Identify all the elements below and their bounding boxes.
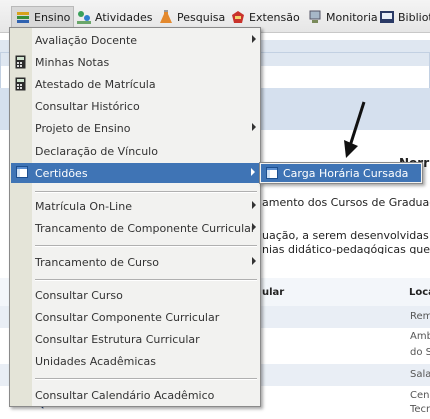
menu-item-consultar-estrutura[interactable]: Consultar Estrutura Curricular — [10, 329, 260, 349]
certidoes-submenu: Carga Horária Cursada — [259, 162, 423, 184]
menu-item-label: Projeto de Ensino — [35, 121, 131, 135]
submenu-item-carga-horaria[interactable]: Carga Horária Cursada — [261, 164, 421, 182]
menu-separator — [35, 191, 257, 193]
menu-item-label: Minhas Notas — [35, 55, 110, 69]
window-icon — [16, 166, 28, 180]
menu-item-consultar-curso[interactable]: Consultar Curso — [10, 285, 260, 305]
menu-label: Atividades — [95, 10, 153, 24]
window-icon — [266, 167, 278, 182]
menu-biblioteca[interactable]: Bibliote — [379, 8, 430, 26]
menu-pesquisa[interactable]: Pesquisa — [158, 8, 225, 26]
biblioteca-icon — [379, 9, 395, 25]
menu-separator — [35, 279, 257, 281]
menu-monitoria[interactable]: Monitoria — [307, 8, 378, 26]
menu-item-minhas-notas[interactable]: Minhas Notas — [10, 52, 260, 72]
menu-item-atestado-matricula[interactable]: Atestado de Matrícula — [10, 74, 260, 94]
menu-label: Bibliote — [398, 10, 430, 24]
submenu-arrow-icon — [251, 168, 255, 176]
menu-item-calendario-academico[interactable]: Consultar Calendário Acadêmico — [10, 385, 260, 405]
menu-item-label: Consultar Curso — [35, 288, 123, 302]
menu-item-matricula-online[interactable]: Matrícula On-Line — [10, 196, 260, 216]
menu-item-certidoes[interactable]: Certidões — [11, 163, 259, 183]
menu-item-label: Trancamento de Componente Curricular — [35, 221, 256, 235]
submenu-arrow-icon — [252, 35, 256, 43]
menu-item-projeto-ensino[interactable]: Projeto de Ensino — [10, 118, 260, 138]
table-cell: Sala — [410, 369, 430, 380]
menu-item-consultar-historico[interactable]: Consultar Histórico — [10, 96, 260, 116]
menu-item-unidades-academicas[interactable]: Unidades Acadêmicas — [10, 351, 260, 371]
menu-item-label: Declaração de Vínculo — [35, 144, 158, 158]
menu-item-label: Certidões — [35, 166, 88, 180]
menu-item-label: Avaliação Docente — [35, 33, 138, 47]
paragraph-line-3: nias didático-pedagógicas que p — [262, 243, 430, 254]
menu-label: Ensino — [34, 10, 71, 24]
menu-label: Monitoria — [326, 10, 378, 24]
column-header: ular — [262, 287, 285, 298]
annotation-arrow-icon — [344, 101, 366, 158]
menu-extensao[interactable]: Extensão — [230, 8, 300, 26]
ensino-dropdown-menu: Avaliação Docente Minhas Notas Atestado … — [9, 27, 261, 407]
menu-item-label: Consultar Componente Curricular — [35, 310, 220, 324]
submenu-item-label: Carga Horária Cursada — [283, 167, 409, 180]
menu-item-declaracao-vinculo[interactable]: Declaração de Vínculo — [10, 141, 260, 161]
table-cell: Cen — [410, 390, 430, 401]
menu-item-label: Trancamento de Curso — [35, 255, 160, 269]
menu-item-trancamento-curso[interactable]: Trancamento de Curso — [10, 252, 260, 272]
table-cell: Tecr — [410, 404, 430, 415]
atividades-icon — [76, 9, 92, 25]
menu-separator — [35, 378, 257, 380]
submenu-arrow-icon — [252, 223, 256, 231]
menu-item-consultar-componente[interactable]: Consultar Componente Curricular — [10, 307, 260, 327]
menu-item-trancamento-componente[interactable]: Trancamento de Componente Curricular — [10, 218, 260, 238]
menu-atividades[interactable]: Atividades — [76, 8, 152, 26]
paragraph-line-2: uação, a serem desenvolvidas d — [262, 229, 430, 242]
column-header: Loca — [409, 287, 430, 298]
submenu-arrow-icon — [252, 257, 256, 265]
pesquisa-icon — [158, 9, 174, 25]
table-cell: Rem — [410, 311, 430, 322]
calculator-icon — [15, 77, 26, 91]
menu-item-label: Matrícula On-Line — [35, 199, 132, 213]
menu-ensino[interactable]: Ensino — [11, 6, 75, 28]
menu-item-label: Consultar Estrutura Curricular — [35, 332, 200, 346]
monitoria-icon — [307, 9, 323, 25]
extensao-icon — [230, 9, 246, 25]
table-cell: Amb — [410, 331, 430, 342]
submenu-arrow-icon — [252, 123, 256, 131]
menu-item-label: Consultar Calendário Acadêmico — [35, 388, 215, 402]
menu-item-label: Unidades Acadêmicas — [35, 354, 156, 368]
menu-item-label: Consultar Histórico — [35, 99, 140, 113]
paragraph-line-1: amento dos Cursos de Graduação — [262, 196, 430, 209]
ensino-icon — [15, 9, 31, 25]
menu-label: Extensão — [249, 10, 300, 24]
menu-item-label: Atestado de Matrícula — [35, 77, 156, 91]
menu-label: Pesquisa — [177, 10, 226, 24]
calculator-icon — [15, 55, 26, 69]
menu-separator — [35, 245, 257, 247]
submenu-arrow-icon — [252, 201, 256, 209]
table-cell: do S — [410, 347, 430, 358]
menu-item-avaliacao-docente[interactable]: Avaliação Docente — [10, 30, 260, 50]
